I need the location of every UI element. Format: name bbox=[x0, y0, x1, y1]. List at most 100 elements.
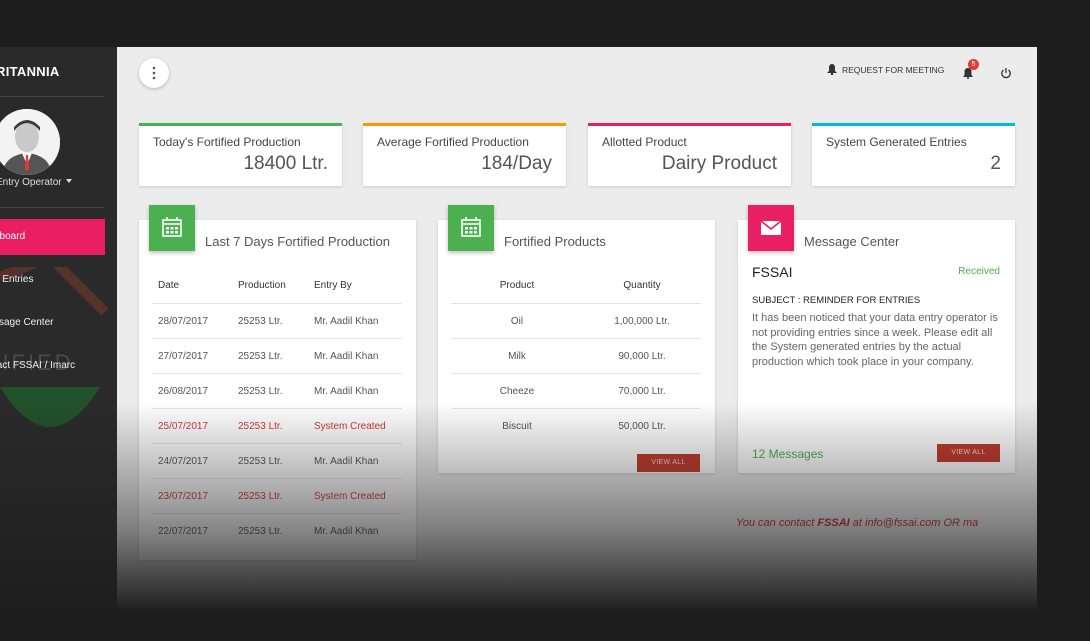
request-meeting-label: REQUEST FOR MEETING bbox=[842, 65, 945, 75]
column-header: Product bbox=[499, 279, 535, 291]
divider bbox=[0, 96, 104, 97]
message-subject: SUBJECT : REMINDER FOR ENTRIES bbox=[752, 295, 921, 306]
sidebar-item-contact[interactable]: tact FSSAI / Imarc bbox=[0, 348, 105, 384]
stat-card-average-production: Average Fortified Production 184/Day bbox=[363, 123, 566, 186]
stat-value: 2 bbox=[990, 153, 1001, 174]
contact-note: You can contact FSSAI at info@fssai.com … bbox=[736, 517, 978, 529]
message-count-link[interactable]: 12 Messages bbox=[752, 447, 823, 461]
products-panel: Fortified Products Product Quantity Oil 1… bbox=[438, 205, 715, 473]
user-role: Entry Operator bbox=[0, 177, 62, 188]
column-header: Production bbox=[238, 279, 286, 291]
stat-value: 184/Day bbox=[481, 153, 552, 174]
cell-date: 25/07/2017 bbox=[152, 408, 237, 444]
view-all-messages-button[interactable]: VIEW ALL bbox=[937, 444, 1000, 462]
panel-title: Fortified Products bbox=[504, 234, 606, 249]
kebab-menu-icon bbox=[152, 66, 156, 80]
stat-card-today-production: Today's Fortified Production 18400 Ltr. bbox=[139, 123, 342, 186]
table-row[interactable]: Milk 90,000 Ltr. bbox=[451, 338, 701, 374]
request-meeting-button[interactable]: REQUEST FOR MEETING bbox=[826, 63, 944, 75]
stat-label: Allotted Product bbox=[602, 135, 687, 149]
cell-date: 27/07/2017 bbox=[152, 338, 237, 374]
cell-date: 22/07/2017 bbox=[152, 513, 237, 548]
contact-email-link[interactable]: info@fssai.com bbox=[865, 517, 940, 529]
message-sender: FSSAI bbox=[752, 264, 793, 280]
brand-name: RITANNIA bbox=[0, 64, 60, 79]
stat-card-system-entries: System Generated Entries 2 bbox=[812, 123, 1015, 186]
table-row[interactable]: 26/08/2017 25253 Ltr. Mr. Aadil Khan bbox=[152, 373, 402, 409]
cell-entry-by: System Created bbox=[313, 478, 402, 514]
view-all-products-button[interactable]: VIEW ALL bbox=[637, 454, 700, 472]
calendar-icon bbox=[461, 217, 481, 237]
stat-card-allotted-product: Allotted Product Dairy Product bbox=[588, 123, 791, 186]
contact-prefix: You can contact bbox=[736, 517, 818, 529]
user-avatar-icon bbox=[0, 109, 60, 175]
panel-icon-box bbox=[748, 205, 794, 251]
cell-production: 25253 Ltr. bbox=[237, 408, 313, 444]
table-row[interactable]: 27/07/2017 25253 Ltr. Mr. Aadil Khan bbox=[152, 338, 402, 374]
cell-production: 25253 Ltr. bbox=[237, 338, 313, 374]
column-header: Date bbox=[158, 279, 180, 291]
cell-date: 23/07/2017 bbox=[152, 478, 237, 514]
table-row[interactable]: 22/07/2017 25253 Ltr. Mr. Aadil Khan bbox=[152, 513, 402, 548]
message-body: It has been noticed that your data entry… bbox=[752, 312, 998, 368]
cell-production: 25253 Ltr. bbox=[237, 443, 313, 479]
cell-entry-by: Mr. Aadil Khan bbox=[313, 303, 402, 339]
stat-value: 18400 Ltr. bbox=[243, 153, 328, 174]
table-row[interactable]: Oil 1,00,000 Ltr. bbox=[451, 303, 701, 339]
message-status: Received bbox=[958, 266, 1000, 277]
menu-toggle-button[interactable] bbox=[139, 58, 169, 88]
panel-title: Last 7 Days Fortified Production bbox=[205, 234, 390, 249]
table-row[interactable]: Cheeze 70,000 Ltr. bbox=[451, 373, 701, 409]
stat-label: System Generated Entries bbox=[826, 135, 967, 149]
table-row[interactable]: Biscuit 50,000 Ltr. bbox=[451, 408, 701, 443]
logout-button[interactable] bbox=[1000, 66, 1012, 84]
table-row-system-created[interactable]: 25/07/2017 25253 Ltr. System Created bbox=[152, 408, 402, 444]
sidebar: TIFIED RITANNIA Entry Operator hboard a … bbox=[0, 47, 117, 641]
stat-value: Dairy Product bbox=[661, 153, 777, 174]
cell-entry-by: Mr. Aadil Khan bbox=[313, 338, 402, 374]
contact-org: FSSAI bbox=[817, 517, 850, 529]
cell-product: Milk bbox=[451, 338, 583, 374]
column-header: Entry By bbox=[314, 279, 352, 291]
cell-production: 25253 Ltr. bbox=[237, 303, 313, 339]
panel-icon-box bbox=[448, 205, 494, 251]
message-center-panel: Message Center FSSAI Received SUBJECT : … bbox=[738, 205, 1015, 473]
calendar-icon bbox=[162, 217, 182, 237]
cell-date: 28/07/2017 bbox=[152, 303, 237, 339]
cell-product: Oil bbox=[451, 303, 583, 339]
cell-entry-by: Mr. Aadil Khan bbox=[313, 443, 402, 479]
cell-production: 25253 Ltr. bbox=[237, 513, 313, 548]
notification-badge: 5 bbox=[968, 59, 979, 70]
cell-production: 25253 Ltr. bbox=[237, 373, 313, 409]
table-row[interactable]: 28/07/2017 25253 Ltr. Mr. Aadil Khan bbox=[152, 303, 402, 339]
cell-quantity: 70,000 Ltr. bbox=[583, 373, 701, 409]
table-row-system-created[interactable]: 23/07/2017 25253 Ltr. System Created bbox=[152, 478, 402, 514]
sidebar-item-dashboard[interactable]: hboard bbox=[0, 219, 105, 255]
production-table: Date Production Entry By 28/07/2017 25253… bbox=[152, 267, 402, 548]
avatar[interactable] bbox=[0, 109, 60, 175]
table-row[interactable]: 24/07/2017 25253 Ltr. Mr. Aadil Khan bbox=[152, 443, 402, 479]
cell-date: 24/07/2017 bbox=[152, 443, 237, 479]
stat-label: Average Fortified Production bbox=[377, 135, 529, 149]
cell-product: Cheeze bbox=[451, 373, 583, 409]
app-screen: TIFIED RITANNIA Entry Operator hboard a … bbox=[0, 47, 1037, 641]
contact-suffix: OR ma bbox=[940, 517, 979, 529]
sidebar-item-data-entries[interactable]: a Entries bbox=[0, 262, 105, 298]
cell-entry-by: System Created bbox=[313, 408, 402, 444]
cell-entry-by: Mr. Aadil Khan bbox=[313, 513, 402, 548]
cell-entry-by: Mr. Aadil Khan bbox=[313, 373, 402, 409]
production-panel: Last 7 Days Fortified Production Date Pr… bbox=[139, 205, 416, 560]
cell-product: Biscuit bbox=[451, 408, 583, 443]
sidebar-item-message-center[interactable]: ssage Center bbox=[0, 305, 105, 341]
user-menu[interactable]: Entry Operator bbox=[0, 177, 72, 188]
alarm-bell-icon bbox=[827, 64, 837, 75]
cell-quantity: 50,000 Ltr. bbox=[583, 408, 701, 443]
table-header-row: Product Quantity bbox=[451, 267, 701, 304]
panel-title: Message Center bbox=[804, 234, 900, 249]
chevron-down-icon bbox=[65, 179, 72, 183]
cell-quantity: 90,000 Ltr. bbox=[583, 338, 701, 374]
envelope-icon bbox=[760, 220, 782, 235]
table-header-row: Date Production Entry By bbox=[152, 267, 402, 304]
power-icon bbox=[1001, 68, 1011, 79]
cell-production: 25253 Ltr. bbox=[237, 478, 313, 514]
